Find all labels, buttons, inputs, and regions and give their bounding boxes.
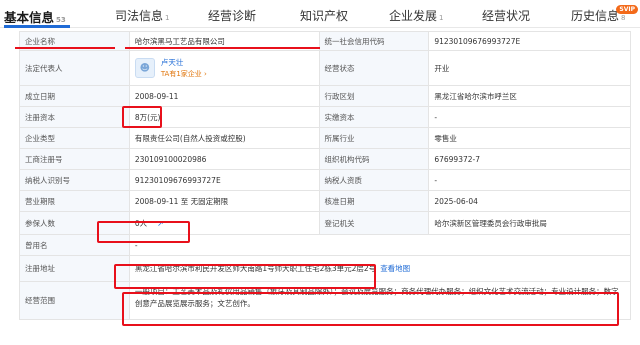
tab-business-status[interactable]: 经营状况 bbox=[482, 7, 530, 24]
company-type: 有限责任公司(自然人投资或控股) bbox=[130, 128, 320, 148]
approve-date-label: 核准日期 bbox=[319, 191, 430, 211]
annotation-underline bbox=[15, 47, 115, 49]
company-info-table: 企业名称 哈尔滨黑马工艺品有限公司 统一社会信用代码 9123010967699… bbox=[19, 31, 632, 320]
former-name-label: 曾用名 bbox=[20, 235, 130, 255]
org-code-label: 组织机构代码 bbox=[319, 149, 430, 169]
table-row: 成立日期 2008-09-11 行政区划 黑龙江省哈尔滨市呼兰区 bbox=[20, 86, 632, 107]
registered-capital: 8万(元) bbox=[130, 107, 320, 127]
tab-ip[interactable]: 知识产权 bbox=[300, 7, 348, 24]
org-code: 67699372-7 bbox=[429, 149, 632, 169]
registered-address: 黑龙江省哈尔滨市利民开发区师大南路1号师大职工住宅2栋3单元2层2号 bbox=[134, 264, 377, 273]
paid-capital: - bbox=[429, 107, 632, 127]
view-map-link[interactable]: 查看地图 bbox=[380, 263, 410, 274]
insured-count: 0人 bbox=[134, 218, 148, 228]
table-row: 曾用名 - bbox=[20, 235, 631, 256]
term-label: 营业期限 bbox=[20, 191, 130, 211]
table-row: 注册资本 8万(元) 实缴资本 - bbox=[20, 107, 632, 128]
avatar[interactable]: ☻ bbox=[134, 58, 155, 78]
table-row: 营业期限 2008-09-11 至 无固定期限 核准日期 2025-06-04 bbox=[20, 191, 632, 212]
legal-rep-name[interactable]: 卢天壮 bbox=[161, 57, 207, 68]
capital-label: 注册资本 bbox=[20, 107, 130, 127]
legal-rep-label: 法定代表人 bbox=[20, 51, 130, 85]
tab-operation-diagnosis[interactable]: 经营诊断 bbox=[208, 7, 256, 24]
type-label: 企业类型 bbox=[20, 128, 130, 148]
taxpayer-id-label: 纳税人识别号 bbox=[20, 170, 130, 190]
trend-chart-icon[interactable]: ↗ bbox=[157, 219, 164, 228]
district-label: 行政区划 bbox=[319, 86, 430, 106]
paid-capital-label: 实缴资本 bbox=[319, 107, 430, 127]
reg-no: 230109100020986 bbox=[130, 149, 320, 169]
credit-code: 91230109676993727E bbox=[429, 32, 632, 50]
address-cell: 黑龙江省哈尔滨市利民开发区师大南路1号师大职工住宅2栋3单元2层2号 查看地图 bbox=[130, 256, 631, 281]
table-row: 注册地址 黑龙江省哈尔滨市利民开发区师大南路1号师大职工住宅2栋3单元2层2号 … bbox=[20, 256, 631, 282]
table-row: 企业类型 有限责任公司(自然人投资或控股) 所属行业 零售业 bbox=[20, 128, 632, 149]
founded-date: 2008-09-11 bbox=[130, 86, 320, 106]
svip-badge: SVIP bbox=[616, 5, 638, 14]
active-tab-indicator bbox=[4, 25, 70, 28]
founded-label: 成立日期 bbox=[20, 86, 130, 106]
legal-rep-companies-link[interactable]: TA有1家企业 › bbox=[161, 69, 207, 79]
scope-label: 经营范围 bbox=[20, 282, 130, 319]
table-row: 工商注册号 230109100020986 组织机构代码 67699372-7 bbox=[20, 149, 632, 170]
legal-rep-cell: ☻ 卢天壮 TA有1家企业 › bbox=[130, 51, 320, 85]
registration-authority: 哈尔滨新区管理委员会行政审批局 bbox=[429, 212, 632, 234]
table-row: 经营范围 一般项目：工艺美术品及礼仪用品销售（象牙及其制品除外）；会议及展览服务… bbox=[20, 282, 631, 320]
authority-label: 登记机关 bbox=[319, 212, 430, 234]
taxpayer-id: 91230109676993727E bbox=[130, 170, 320, 190]
op-status: 开业 bbox=[429, 51, 632, 85]
credit-code-label: 统一社会信用代码 bbox=[319, 32, 430, 50]
industry: 零售业 bbox=[429, 128, 632, 148]
tab-judicial-info[interactable]: 司法信息 1 bbox=[115, 7, 169, 24]
insured-cell: 0人 ↗ bbox=[130, 212, 320, 234]
tab-basic-info[interactable]: 基本信息 53 bbox=[4, 7, 66, 26]
insured-label: 参保人数 bbox=[20, 212, 130, 234]
table-row: 纳税人识别号 91230109676993727E 纳税人资质 - bbox=[20, 170, 632, 191]
address-label: 注册地址 bbox=[20, 256, 130, 281]
business-scope: 一般项目：工艺美术品及礼仪用品销售（象牙及其制品除外）；会议及展览服务；商务代理… bbox=[130, 282, 631, 319]
district: 黑龙江省哈尔滨市呼兰区 bbox=[429, 86, 632, 106]
approve-date: 2025-06-04 bbox=[429, 191, 632, 211]
annotation-underline bbox=[125, 47, 320, 49]
industry-label: 所属行业 bbox=[319, 128, 430, 148]
op-status-label: 经营状态 bbox=[319, 51, 430, 85]
table-row: 参保人数 0人 ↗ 登记机关 哈尔滨新区管理委员会行政审批局 bbox=[20, 212, 632, 235]
taxpayer-qualification-label: 纳税人资质 bbox=[319, 170, 430, 190]
table-row: 法定代表人 ☻ 卢天壮 TA有1家企业 › 经营状态 开业 bbox=[20, 51, 632, 86]
former-name: - bbox=[130, 235, 631, 255]
taxpayer-qualification: - bbox=[429, 170, 632, 190]
tab-bar: 基本信息 53 司法信息 1 经营诊断 知识产权 企业发展 1 经营状况 历史信息 8 … bbox=[0, 0, 640, 28]
reg-no-label: 工商注册号 bbox=[20, 149, 130, 169]
tab-development[interactable]: 企业发展 1 bbox=[389, 7, 443, 24]
business-term: 2008-09-11 至 无固定期限 bbox=[130, 191, 320, 211]
